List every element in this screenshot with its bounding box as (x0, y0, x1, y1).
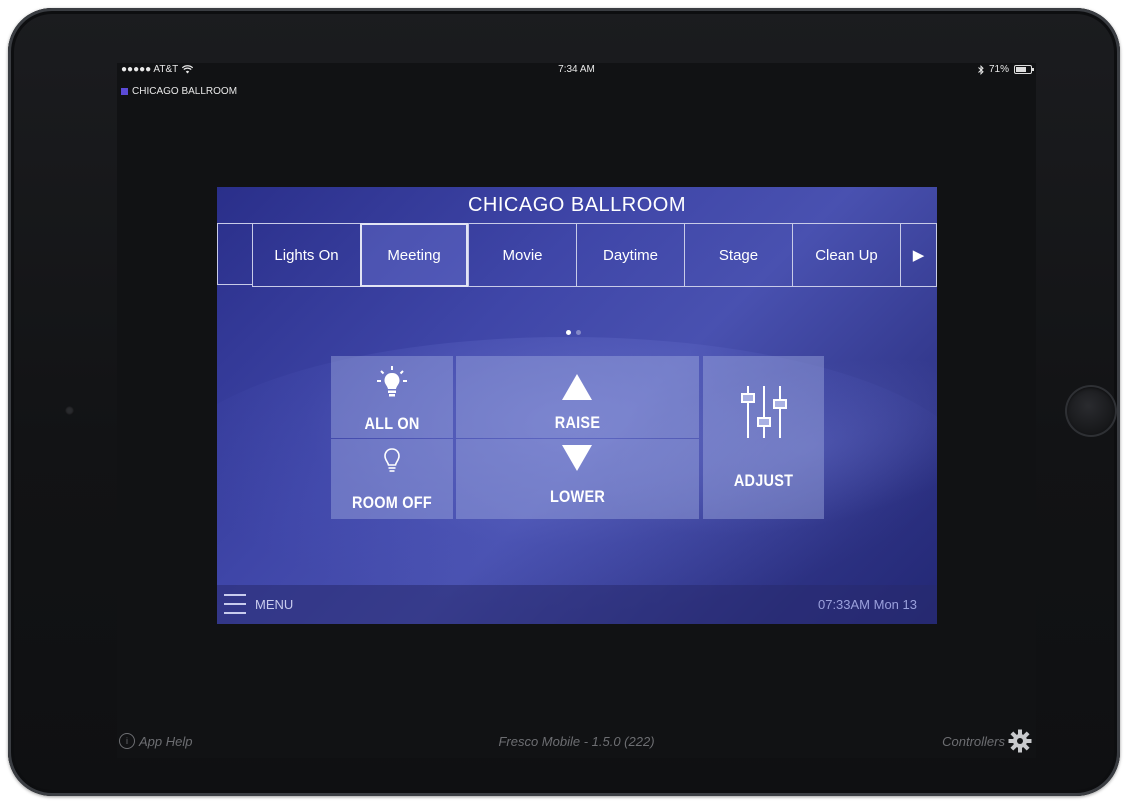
lower-button[interactable]: LOWER (456, 439, 699, 519)
scene-stage[interactable]: Stage (684, 223, 792, 287)
front-camera (65, 406, 74, 415)
tablet-device: ●●●●● AT&T 7:34 AM 71% CHICAGO BALLROOM (8, 8, 1120, 796)
lower-arrow-icon (562, 445, 592, 471)
battery-icon (1014, 65, 1034, 74)
room-name: CHICAGO BALLROOM (132, 86, 238, 97)
page-indicator (566, 330, 581, 335)
control-panel: CHICAGO BALLROOM Lights On Meeting Movie… (217, 187, 937, 624)
home-button[interactable] (1065, 385, 1117, 437)
bluetooth-icon (978, 64, 984, 75)
status-bar: ●●●●● AT&T 7:34 AM 71% (117, 63, 1036, 77)
scene-movie[interactable]: Movie (468, 223, 576, 287)
next-arrow-icon[interactable]: ▶ (900, 223, 937, 287)
scene-daytime[interactable]: Daytime (576, 223, 684, 287)
scene-bar-lead (217, 223, 252, 285)
screen: ●●●●● AT&T 7:34 AM 71% CHICAGO BALLROOM (117, 63, 1036, 758)
bulb-on-icon (377, 366, 407, 397)
room-off-label: ROOM OFF (352, 493, 432, 512)
all-on-label: ALL ON (364, 414, 420, 433)
raise-label: RAISE (554, 413, 601, 432)
scene-lights-on[interactable]: Lights On (252, 223, 360, 287)
scene-clean-up[interactable]: Clean Up (792, 223, 900, 287)
app-footer: i App Help Fresco Mobile - 1.5.0 (222) C… (117, 729, 1036, 753)
gear-icon (1008, 729, 1032, 753)
bulb-off-icon (384, 448, 400, 472)
sliders-icon (741, 386, 787, 438)
all-on-button[interactable]: ALL ON (331, 356, 453, 438)
menu-bar: MENU 07:33AM Mon 13 (217, 585, 937, 624)
controllers-button[interactable]: Controllers (942, 729, 1032, 753)
page-dot-active (566, 330, 571, 335)
adjust-label: ADJUST (733, 471, 794, 490)
battery-percent: 71% (988, 64, 1009, 75)
status-time: 7:34 AM (558, 64, 595, 75)
room-off-button[interactable]: ROOM OFF (331, 439, 453, 519)
hamburger-icon[interactable] (224, 594, 246, 614)
app-version: Fresco Mobile - 1.5.0 (222) (498, 734, 655, 749)
room-indicator: CHICAGO BALLROOM (121, 86, 237, 97)
lower-label: LOWER (549, 487, 606, 506)
room-color-dot (121, 88, 128, 95)
raise-arrow-icon (562, 374, 592, 400)
panel-clock: 07:33AM Mon 13 (817, 597, 917, 612)
raise-button[interactable]: RAISE (456, 356, 699, 438)
controllers-label: Controllers (942, 733, 1005, 749)
adjust-button[interactable]: ADJUST (703, 356, 824, 519)
panel-title: CHICAGO BALLROOM (467, 194, 687, 216)
menu-label[interactable]: MENU (255, 597, 293, 612)
scene-bar: Lights On Meeting Movie Daytime Stage Cl… (217, 223, 937, 287)
page-dot (576, 330, 581, 335)
scene-meeting[interactable]: Meeting (360, 223, 468, 287)
